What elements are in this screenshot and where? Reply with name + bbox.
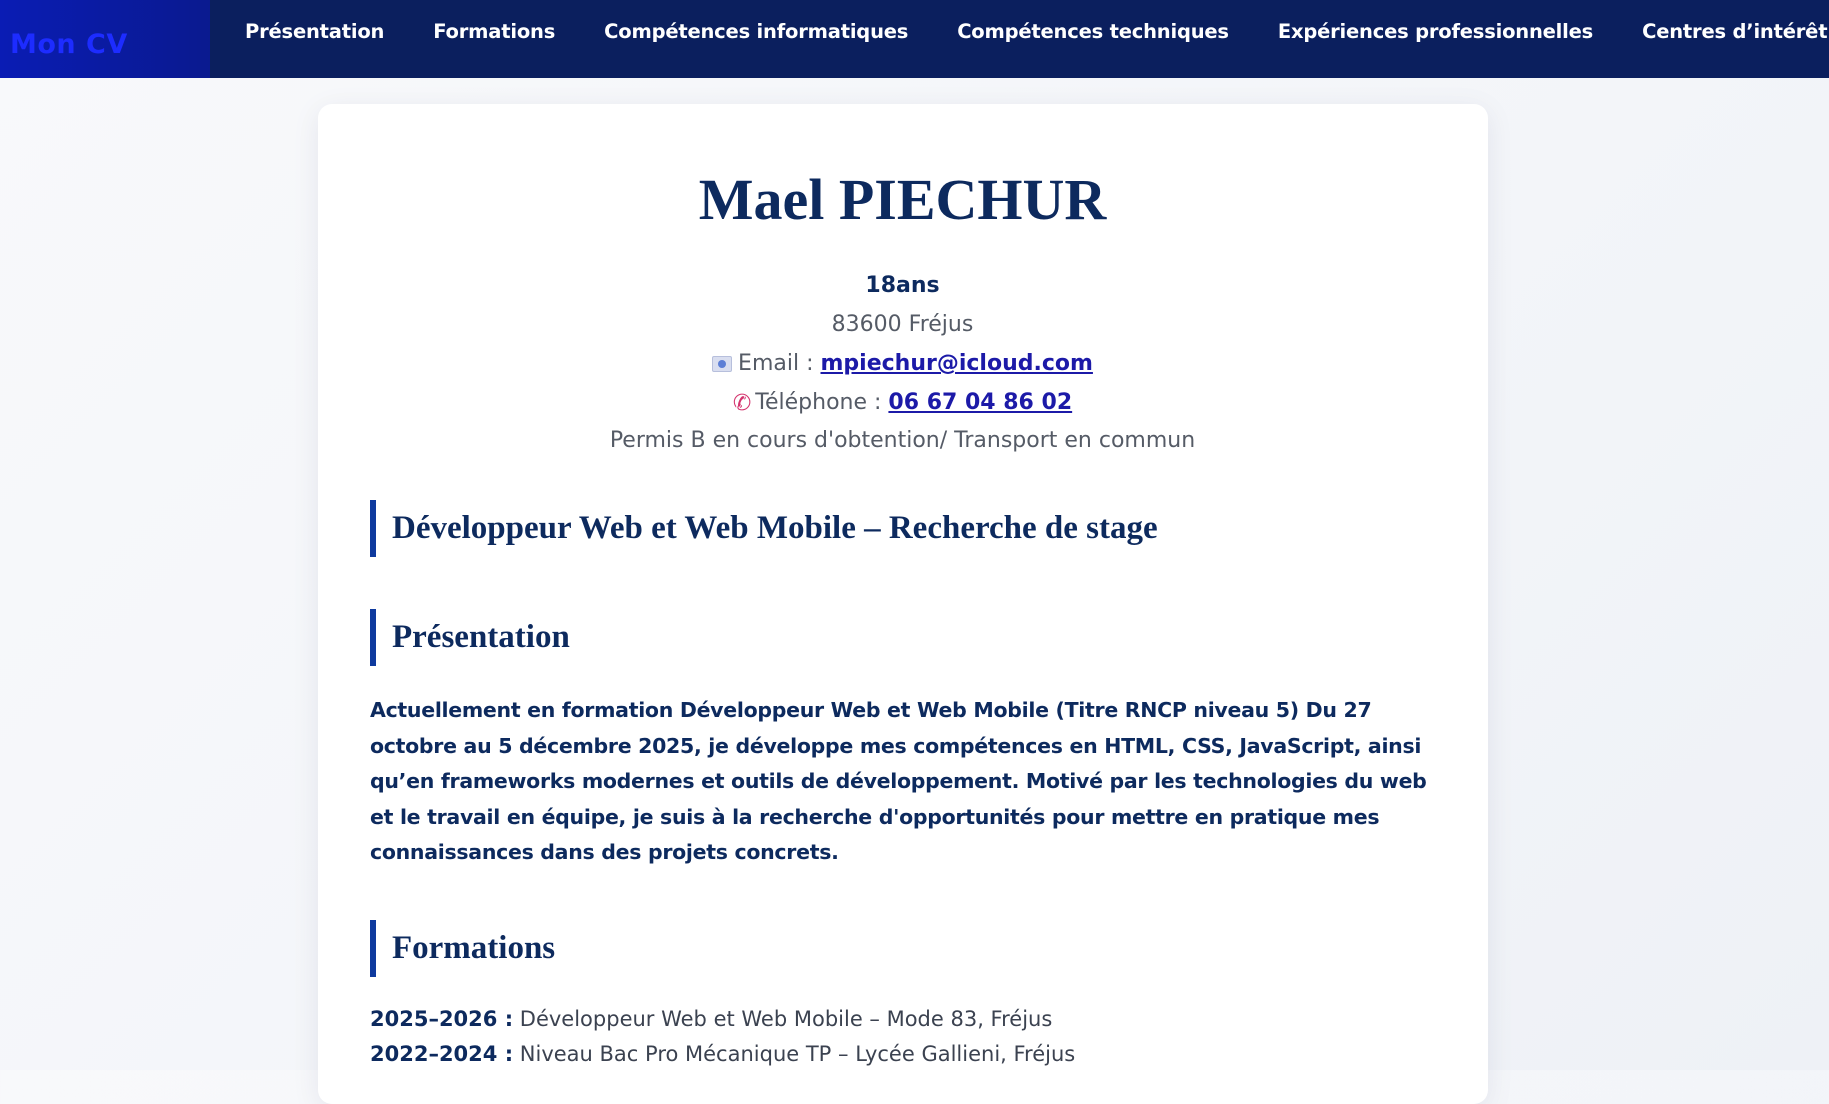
headline-title: Développeur Web et Web Mobile – Recherch… [370,500,1158,557]
formation-years: 2022–2024 : [370,1042,514,1066]
presentation-text: Actuellement en formation Développeur We… [370,698,1427,864]
profile-email-line: Email : mpiechur@icloud.com [0,351,1805,376]
formation-desc: Développeur Web et Web Mobile – Mode 83,… [513,1007,1053,1031]
email-link[interactable]: mpiechur@icloud.com [821,351,1093,376]
profile-age: 18ans [865,273,940,298]
email-icon [712,356,733,372]
nav-link-competences-informatiques[interactable]: Compétences informatiques [604,20,908,43]
formation-item: 2022–2024 : Niveau Bac Pro Mécanique TP … [370,1042,1075,1066]
nav-link-formations[interactable]: Formations [433,20,555,43]
formation-years: 2025–2026 : [370,1007,514,1031]
section-title-presentation: Présentation [370,609,570,666]
phone-icon: ✆ [732,390,752,416]
brand-logo[interactable]: Mon CV [0,0,210,78]
nav-link-presentation[interactable]: Présentation [245,20,384,43]
email-label: Email : [738,351,814,376]
profile-city: 83600 Fréjus [831,312,974,337]
nav-menu: Présentation Formations Compétences info… [210,0,1828,78]
section-title-formations: Formations [370,920,555,977]
phone-link[interactable]: 06 67 04 86 02 [888,390,1072,415]
profile-name: Mael PIECHUR [698,167,1107,232]
profile-permis: Permis B en cours d'obtention/ Transport… [609,428,1196,453]
nav-link-competences-techniques[interactable]: Compétences techniques [957,20,1229,43]
phone-label: Téléphone : [755,390,882,415]
profile-phone-line: ✆ Téléphone : 06 67 04 86 02 [0,390,1805,416]
formation-item: 2025–2026 : Développeur Web et Web Mobil… [370,1007,1052,1031]
top-navbar: Mon CV Présentation Formations Compétenc… [0,0,1829,78]
nav-link-centres-interet[interactable]: Centres d’intérêt [1642,20,1827,43]
brand-label[interactable]: Mon CV [10,29,128,60]
nav-link-experiences-professionnelles[interactable]: Expériences professionnelles [1278,20,1593,43]
formation-desc: Niveau Bac Pro Mécanique TP – Lycée Gall… [513,1042,1076,1066]
